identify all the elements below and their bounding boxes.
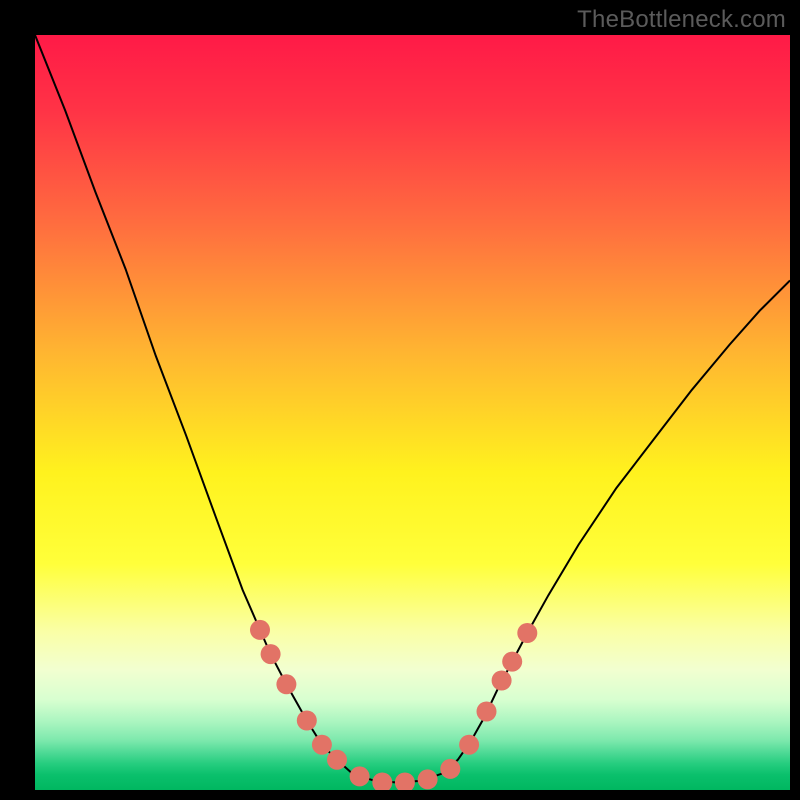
data-marker [502,652,522,672]
data-marker [350,766,370,786]
data-marker [477,702,497,722]
data-marker [250,620,270,640]
data-marker [459,735,479,755]
data-marker [312,735,332,755]
data-marker [297,711,317,731]
data-marker [261,644,281,664]
plot-area [35,35,790,790]
data-marker [440,759,460,779]
data-marker [517,623,537,643]
watermark-text: TheBottleneck.com [577,6,786,34]
data-marker [418,769,438,789]
chart-svg [35,35,790,790]
gradient-background [35,35,790,790]
chart-frame: TheBottleneck.com [0,0,800,800]
data-marker [327,750,347,770]
data-marker [276,674,296,694]
data-marker [492,671,512,691]
